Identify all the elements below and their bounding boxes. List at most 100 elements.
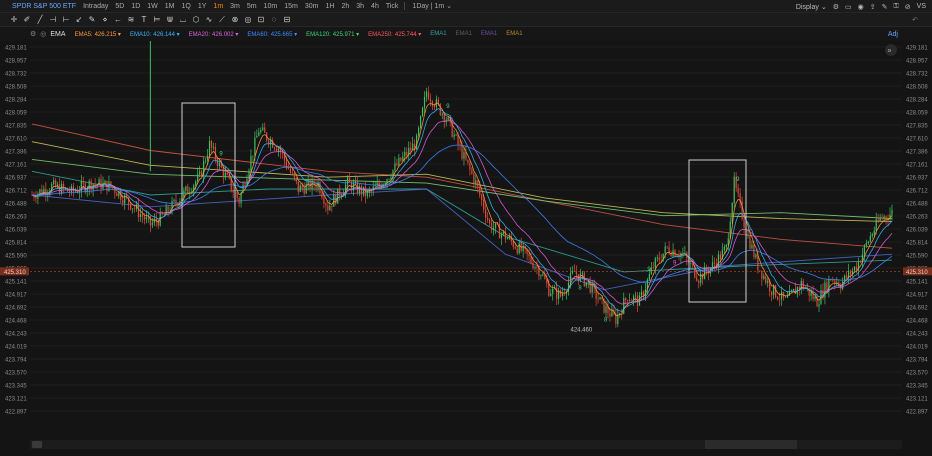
candle-body bbox=[784, 297, 787, 298]
wave-icon[interactable]: ∿ bbox=[205, 15, 213, 24]
y-tick-label-left: 426.712 bbox=[5, 189, 27, 195]
ema-legend-item[interactable]: EMA60: 425.665 ▾ bbox=[247, 31, 297, 38]
display-menu[interactable]: Display ⌄ bbox=[790, 3, 827, 11]
ema-legend-item[interactable]: EMA1 bbox=[481, 31, 497, 38]
divider bbox=[404, 2, 406, 10]
range-dropdown[interactable]: 1Day | 1m ⌄ bbox=[412, 2, 452, 10]
lock-icon[interactable]: ⚿ bbox=[893, 3, 898, 11]
vs-button[interactable]: VS bbox=[917, 3, 926, 10]
arrow-left-icon[interactable]: ← bbox=[114, 15, 122, 24]
candle-body bbox=[767, 281, 769, 283]
pattern-icon[interactable]: ⬡ bbox=[192, 15, 200, 24]
measure-icon[interactable]: ⌴ bbox=[179, 15, 187, 25]
candle-body bbox=[696, 277, 698, 281]
candle-body bbox=[818, 304, 820, 307]
camera-icon[interactable]: ◉ bbox=[858, 3, 864, 11]
indicator-gear-icon[interactable]: ⚙ bbox=[30, 30, 36, 38]
ema-legend-item[interactable]: EMA1 bbox=[506, 31, 522, 38]
tf-1y[interactable]: 1Y bbox=[198, 3, 207, 10]
tf-5m[interactable]: 5m bbox=[247, 3, 257, 10]
ema-legend-item[interactable]: EMA5: 426.215 ▾ bbox=[75, 31, 121, 38]
candle-body bbox=[418, 127, 420, 136]
tf-2h[interactable]: 2h bbox=[341, 3, 349, 10]
tf-15m[interactable]: 15m bbox=[284, 3, 298, 10]
tf-4h[interactable]: 4h bbox=[371, 3, 379, 10]
candle-body bbox=[274, 147, 276, 149]
brush-icon[interactable]: ✎ bbox=[88, 15, 96, 24]
candle-body bbox=[631, 299, 633, 301]
expand-icon[interactable]: » bbox=[888, 48, 892, 55]
ray-icon[interactable]: ⊢ bbox=[62, 15, 70, 24]
candle-body bbox=[222, 167, 224, 178]
y-tick-label-left: 425.590 bbox=[5, 254, 27, 260]
text-tool-icon[interactable]: T bbox=[140, 15, 148, 24]
ema-legend-item[interactable]: EMA10: 426.144 ▾ bbox=[130, 31, 180, 38]
tf-1w[interactable]: 1W bbox=[147, 3, 158, 10]
candle-body bbox=[500, 233, 503, 239]
symbol-name[interactable]: SPDR S&P 500 ETF bbox=[12, 3, 76, 10]
share-icon[interactable]: ⇪ bbox=[870, 3, 876, 11]
layers-icon[interactable]: ◎ bbox=[244, 15, 252, 24]
candle-body bbox=[640, 291, 643, 296]
tf-5d[interactable]: 5D bbox=[115, 3, 124, 10]
candle-body bbox=[416, 135, 418, 150]
ema-legend-item[interactable]: EMA120: 425.971 ▾ bbox=[306, 31, 359, 38]
edit-icon[interactable]: ✎ bbox=[882, 3, 888, 11]
scrollbar-thumb[interactable] bbox=[705, 440, 797, 449]
magnet-icon[interactable]: ⋓ bbox=[166, 15, 174, 24]
tf-1h[interactable]: 1H bbox=[326, 3, 335, 10]
ruler-icon[interactable]: ⊨ bbox=[153, 15, 161, 24]
chart-area[interactable]: 429.181 429.181 428.957 428.957 428.732 428.7… bbox=[0, 41, 932, 432]
settings-icon[interactable]: ⚙ bbox=[833, 3, 839, 11]
tf-3m[interactable]: 3m bbox=[230, 3, 240, 10]
tf-tick[interactable]: Tick bbox=[386, 3, 399, 10]
y-tick-label-right: 429.181 bbox=[906, 46, 928, 52]
tf-1d[interactable]: 1D bbox=[131, 3, 140, 10]
candle-body bbox=[455, 134, 457, 136]
tf-1m[interactable]: 1m bbox=[213, 3, 223, 10]
tf-10m[interactable]: 10m bbox=[264, 3, 278, 10]
tf-3h[interactable]: 3h bbox=[356, 3, 364, 10]
undo-icon[interactable]: ↶ bbox=[912, 16, 918, 24]
channel-icon[interactable]: ⋄ bbox=[101, 15, 109, 24]
brush-tool-icon[interactable]: ⟋ bbox=[218, 15, 226, 25]
display-label: Display bbox=[795, 3, 819, 11]
candle-body bbox=[479, 186, 481, 195]
candle-body bbox=[664, 246, 666, 254]
indicator-name[interactable]: EMA bbox=[50, 31, 65, 38]
indicator-eye-icon[interactable]: ◎ bbox=[40, 30, 46, 38]
candle-body bbox=[82, 181, 84, 184]
window-icon[interactable]: ▭ bbox=[845, 3, 852, 11]
lock-drawings-icon[interactable]: ⊡ bbox=[257, 15, 265, 24]
candle-body bbox=[463, 152, 465, 159]
ema-legend-item[interactable]: EMA1 bbox=[456, 31, 472, 38]
candle-body bbox=[141, 214, 144, 217]
candle-body bbox=[723, 246, 725, 250]
tf-1q[interactable]: 1Q bbox=[182, 3, 191, 10]
fib-icon[interactable]: ≋ bbox=[127, 15, 135, 24]
eraser-icon[interactable]: ⊗ bbox=[231, 15, 239, 24]
candle-body bbox=[238, 197, 240, 204]
candle-body bbox=[747, 234, 749, 236]
delete-drawings-icon[interactable]: ⊟ bbox=[283, 15, 291, 24]
tf-1m-month[interactable]: 1M bbox=[165, 3, 175, 10]
ema-legend-item[interactable]: EMA1 bbox=[430, 31, 446, 38]
ema-legend-item[interactable]: EMA250: 425.744 ▾ bbox=[368, 31, 421, 38]
price-chart[interactable]: 429.181 429.181 428.957 428.957 428.732 428.7… bbox=[0, 41, 932, 432]
tf-intraday[interactable]: Intraday bbox=[83, 3, 108, 10]
crosshair-icon[interactable]: ✛ bbox=[10, 15, 18, 24]
horizontal-line-icon[interactable]: ⊣ bbox=[49, 15, 57, 24]
y-tick-label-left: 424.468 bbox=[5, 319, 27, 325]
link-icon[interactable]: ⊘ bbox=[905, 3, 911, 11]
ema-legend-item[interactable]: EMA20: 426.002 ▾ bbox=[189, 31, 239, 38]
pencil-icon[interactable]: ✐ bbox=[23, 15, 31, 24]
hide-drawings-icon[interactable]: ◌ bbox=[270, 15, 278, 24]
candle-body bbox=[195, 181, 197, 186]
tf-30m[interactable]: 30m bbox=[305, 3, 319, 10]
adjust-button[interactable]: Adj bbox=[888, 31, 898, 38]
candle-body bbox=[518, 242, 520, 254]
arrow-icon[interactable]: ↙ bbox=[75, 15, 83, 24]
ema-value: 425.665 ▾ bbox=[270, 31, 298, 38]
trend-line-icon[interactable]: ╱ bbox=[36, 15, 44, 24]
scroll-left-handle[interactable] bbox=[32, 441, 42, 448]
